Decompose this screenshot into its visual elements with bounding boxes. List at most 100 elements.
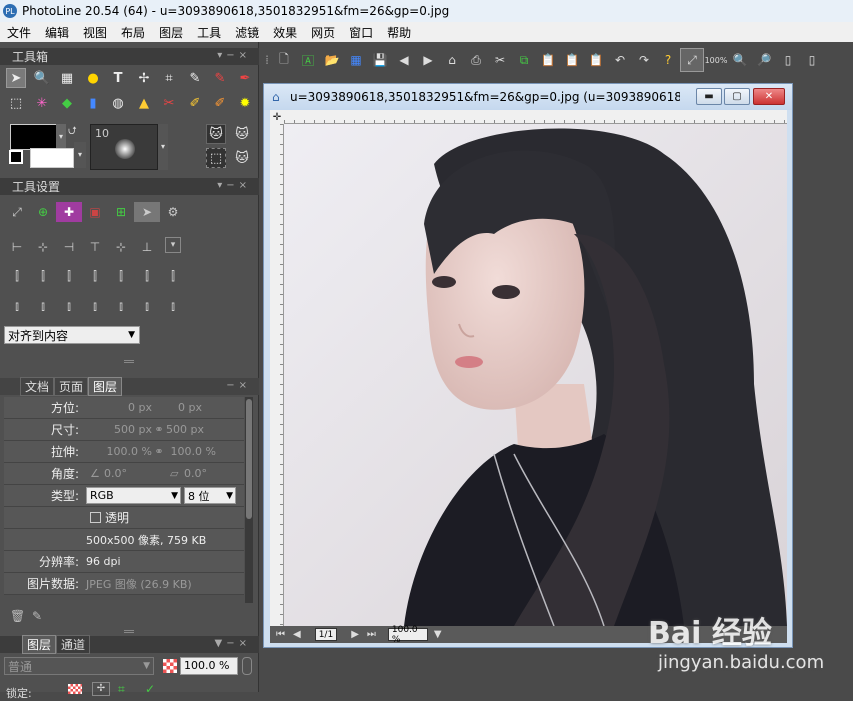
lock-transparency-icon[interactable] — [68, 684, 82, 694]
tab-channels[interactable]: 通道 — [56, 635, 91, 654]
scan-icon[interactable]: ⌂ — [440, 48, 464, 72]
bits-select[interactable]: 8 位 ▼ — [184, 487, 236, 504]
page-icon[interactable]: ▯ — [776, 48, 800, 72]
align-bottom-icon[interactable]: ⊥ — [134, 237, 160, 257]
panel-controls[interactable]: ▾−× — [217, 50, 251, 61]
menu-effects[interactable]: 效果 — [266, 24, 304, 41]
color-dropdown[interactable]: ▾ — [56, 124, 66, 150]
swap-colors-icon[interactable]: ⮍ — [68, 122, 77, 141]
move-tool[interactable]: ✢ — [134, 68, 154, 88]
space-4-icon[interactable]: ⫾ — [82, 296, 108, 316]
menu-edit[interactable]: 编辑 — [38, 24, 76, 41]
zoom-out-icon[interactable]: 🔎 — [752, 48, 776, 72]
cut-icon[interactable]: ✂ — [488, 48, 512, 72]
help-cursor-icon[interactable]: ? — [656, 48, 680, 72]
panel-controls[interactable]: −× — [226, 380, 251, 391]
copy-icon[interactable]: ⧉ — [512, 48, 536, 72]
align-dropdown-icon[interactable]: ▾ — [165, 237, 181, 253]
tab-layers[interactable]: 图层 — [22, 635, 57, 654]
pipette-tool[interactable]: ✎ — [185, 68, 205, 88]
menu-tools[interactable]: 工具 — [190, 24, 228, 41]
select-arrow-tool[interactable]: ➤ — [6, 68, 26, 88]
panel-resize-grip[interactable] — [124, 360, 134, 363]
resolution-value[interactable]: 96 dpi — [86, 555, 121, 568]
open-folder-icon[interactable]: 📂 — [320, 48, 344, 72]
menu-layer[interactable]: 图层 — [152, 24, 190, 41]
fill-tool[interactable]: ◍ — [108, 93, 128, 113]
smudge-tool[interactable]: ✐ — [210, 93, 230, 113]
image-canvas[interactable] — [284, 124, 787, 626]
space-3-icon[interactable]: ⫾ — [56, 296, 82, 316]
transform-icon[interactable]: ⤢ — [4, 202, 30, 222]
zoom-field[interactable]: 100.0 % — [387, 625, 428, 645]
zoom-dropdown-icon[interactable]: ▼ — [434, 629, 442, 640]
prop-value[interactable]: 0 px — [82, 401, 152, 414]
trash-icon[interactable]: 🗑 — [10, 609, 25, 623]
menu-help[interactable]: 帮助 — [380, 24, 418, 41]
target-icon[interactable]: ⊕ — [30, 202, 56, 222]
link-icon[interactable]: ⚭ — [152, 445, 166, 458]
foreground-color[interactable] — [10, 124, 58, 150]
stamp-tool[interactable]: ▲ — [134, 93, 154, 113]
new-doc-icon[interactable]: 🗋 — [272, 48, 296, 72]
gradient-tool[interactable]: ▮ — [83, 93, 103, 113]
distribute-6-icon[interactable]: ⫿ — [134, 266, 160, 286]
tab-page[interactable]: 页面 — [54, 377, 89, 396]
selection-tool[interactable]: ▦ — [57, 68, 77, 88]
clone-tool[interactable]: ✂ — [159, 93, 179, 113]
space-1-icon[interactable]: ⫾ — [4, 296, 30, 316]
shape-tool[interactable]: ● — [83, 68, 103, 88]
page-indicator[interactable]: 1/1 — [314, 628, 338, 641]
magic-wand-tool[interactable]: ✳ — [32, 93, 52, 113]
distribute-5-icon[interactable]: ⫿ — [108, 266, 134, 286]
crop-tool[interactable]: ⌗ — [159, 68, 179, 88]
ruler-origin-icon[interactable]: ✛ — [270, 110, 284, 124]
tab-layer[interactable]: 图层 — [88, 377, 123, 396]
menu-web[interactable]: 网页 — [304, 24, 342, 41]
opacity-spinner[interactable] — [242, 657, 252, 675]
prop-value[interactable]: 100.0 % — [166, 445, 216, 458]
undo-icon[interactable]: ↶ — [608, 48, 632, 72]
lasso-tool[interactable]: ◆ — [57, 93, 77, 113]
zoom-100-icon[interactable]: 100% — [704, 48, 728, 72]
print-icon[interactable]: ⎙ — [464, 48, 488, 72]
space-5-icon[interactable]: ⫾ — [108, 296, 134, 316]
mask-cat3-icon[interactable]: 🐱 — [232, 148, 252, 168]
paste-new-icon[interactable]: 📋 — [584, 48, 608, 72]
tab-doc[interactable]: 文档 — [20, 377, 55, 396]
distribute-7-icon[interactable]: ⫿ — [160, 266, 186, 286]
panel-controls[interactable]: ▼−× — [215, 638, 251, 649]
mask-selection-icon[interactable]: ⬚ — [206, 148, 226, 168]
align-hcenter-icon[interactable]: ⊹ — [30, 237, 56, 257]
marquee-tool[interactable]: ⬚ — [6, 93, 26, 113]
maximize-button[interactable]: ▢ — [724, 88, 750, 105]
transparent-checkbox[interactable] — [90, 512, 101, 523]
browser-icon[interactable]: ▦ — [344, 48, 368, 72]
mask-cat2-icon[interactable]: 🐱 — [232, 124, 252, 144]
pen-tool[interactable]: ✒ — [235, 68, 255, 88]
menu-view[interactable]: 视图 — [76, 24, 114, 41]
menu-window[interactable]: 窗口 — [342, 24, 380, 41]
menu-filter[interactable]: 滤镜 — [228, 24, 266, 41]
space-2-icon[interactable]: ⫾ — [30, 296, 56, 316]
ruler-horizontal[interactable] — [284, 110, 787, 124]
paste-icon[interactable]: 📋 — [536, 48, 560, 72]
distribute-3-icon[interactable]: ⫿ — [56, 266, 82, 286]
redo-icon[interactable]: ↷ — [632, 48, 656, 72]
props-scrollbar[interactable] — [245, 397, 253, 603]
image-icon[interactable]: ▣ — [82, 202, 108, 222]
type-select[interactable]: RGB ▼ — [86, 487, 181, 504]
forward-arrow-icon[interactable]: ▶ — [416, 48, 440, 72]
grid-icon[interactable]: ⊞ — [108, 202, 134, 222]
settings-gear-icon[interactable]: ⚙ — [160, 202, 186, 222]
prop-value[interactable]: 0.0° — [184, 467, 224, 480]
paste-special-icon[interactable]: 📋 — [560, 48, 584, 72]
first-page-icon[interactable]: ⏮ — [276, 629, 285, 640]
back-arrow-icon[interactable]: ◀ — [392, 48, 416, 72]
ruler-vertical[interactable] — [270, 124, 284, 627]
distribute-4-icon[interactable]: ⫿ — [82, 266, 108, 286]
distribute-1-icon[interactable]: ⫿ — [4, 266, 30, 286]
align-vcenter-icon[interactable]: ⊹ — [108, 237, 134, 257]
link-icon[interactable]: ⚭ — [152, 423, 166, 436]
brush-tool[interactable]: ✎ — [210, 68, 230, 88]
